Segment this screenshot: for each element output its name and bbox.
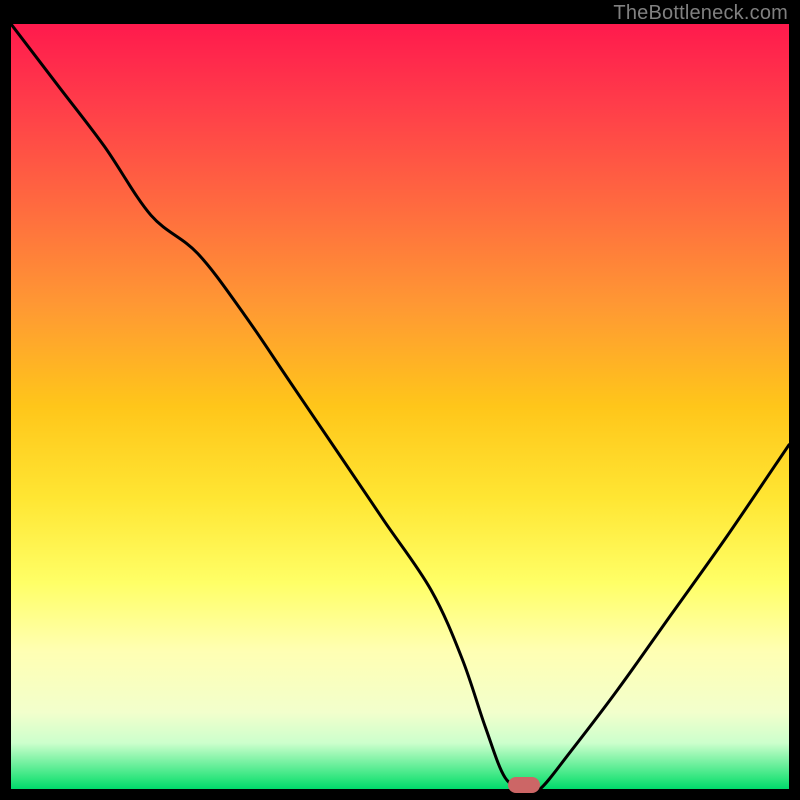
optimal-point-marker (508, 777, 540, 793)
chart-container: TheBottleneck.com (0, 0, 800, 800)
bottleneck-curve (11, 24, 789, 789)
curve-svg (11, 24, 789, 789)
plot-area (11, 24, 789, 789)
watermark-text: TheBottleneck.com (613, 2, 788, 25)
